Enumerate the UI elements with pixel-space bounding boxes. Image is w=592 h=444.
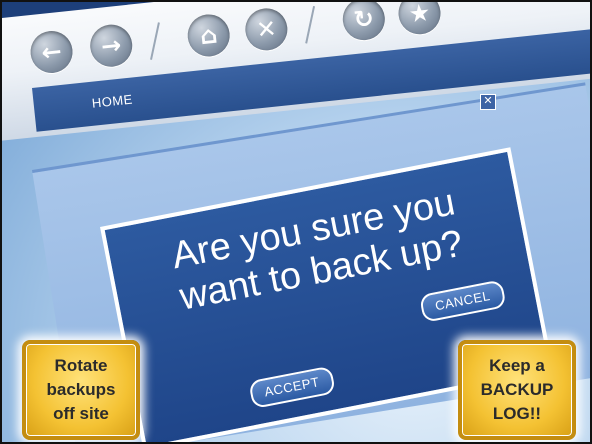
- cancel-button[interactable]: CANCEL: [418, 279, 507, 323]
- toolbar-divider: [150, 22, 160, 60]
- window-close-icon[interactable]: ✕: [480, 94, 496, 110]
- top-strip: [2, 2, 590, 22]
- back-arrow-icon[interactable]: ←: [28, 28, 75, 76]
- star-icon[interactable]: ★: [396, 2, 443, 37]
- forward-arrow-icon[interactable]: →: [88, 22, 135, 69]
- note-backup-log: Keep a BACKUP LOG!!: [458, 340, 576, 440]
- note-text: Rotate backups off site: [46, 356, 116, 423]
- close-icon[interactable]: ✕: [243, 6, 290, 53]
- screenshot-frame: ← → ⌂ ✕ ↻ ★ LOG IN HOME ✕ Are you sure y…: [0, 0, 592, 444]
- refresh-icon[interactable]: ↻: [340, 2, 387, 43]
- accept-button[interactable]: ACCEPT: [248, 365, 336, 410]
- toolbar-divider: [305, 5, 316, 44]
- note-text: Keep a BACKUP LOG!!: [480, 356, 554, 423]
- note-rotate-backups: Rotate backups off site: [22, 340, 140, 440]
- home-link[interactable]: HOME: [91, 92, 133, 111]
- home-icon[interactable]: ⌂: [185, 12, 232, 59]
